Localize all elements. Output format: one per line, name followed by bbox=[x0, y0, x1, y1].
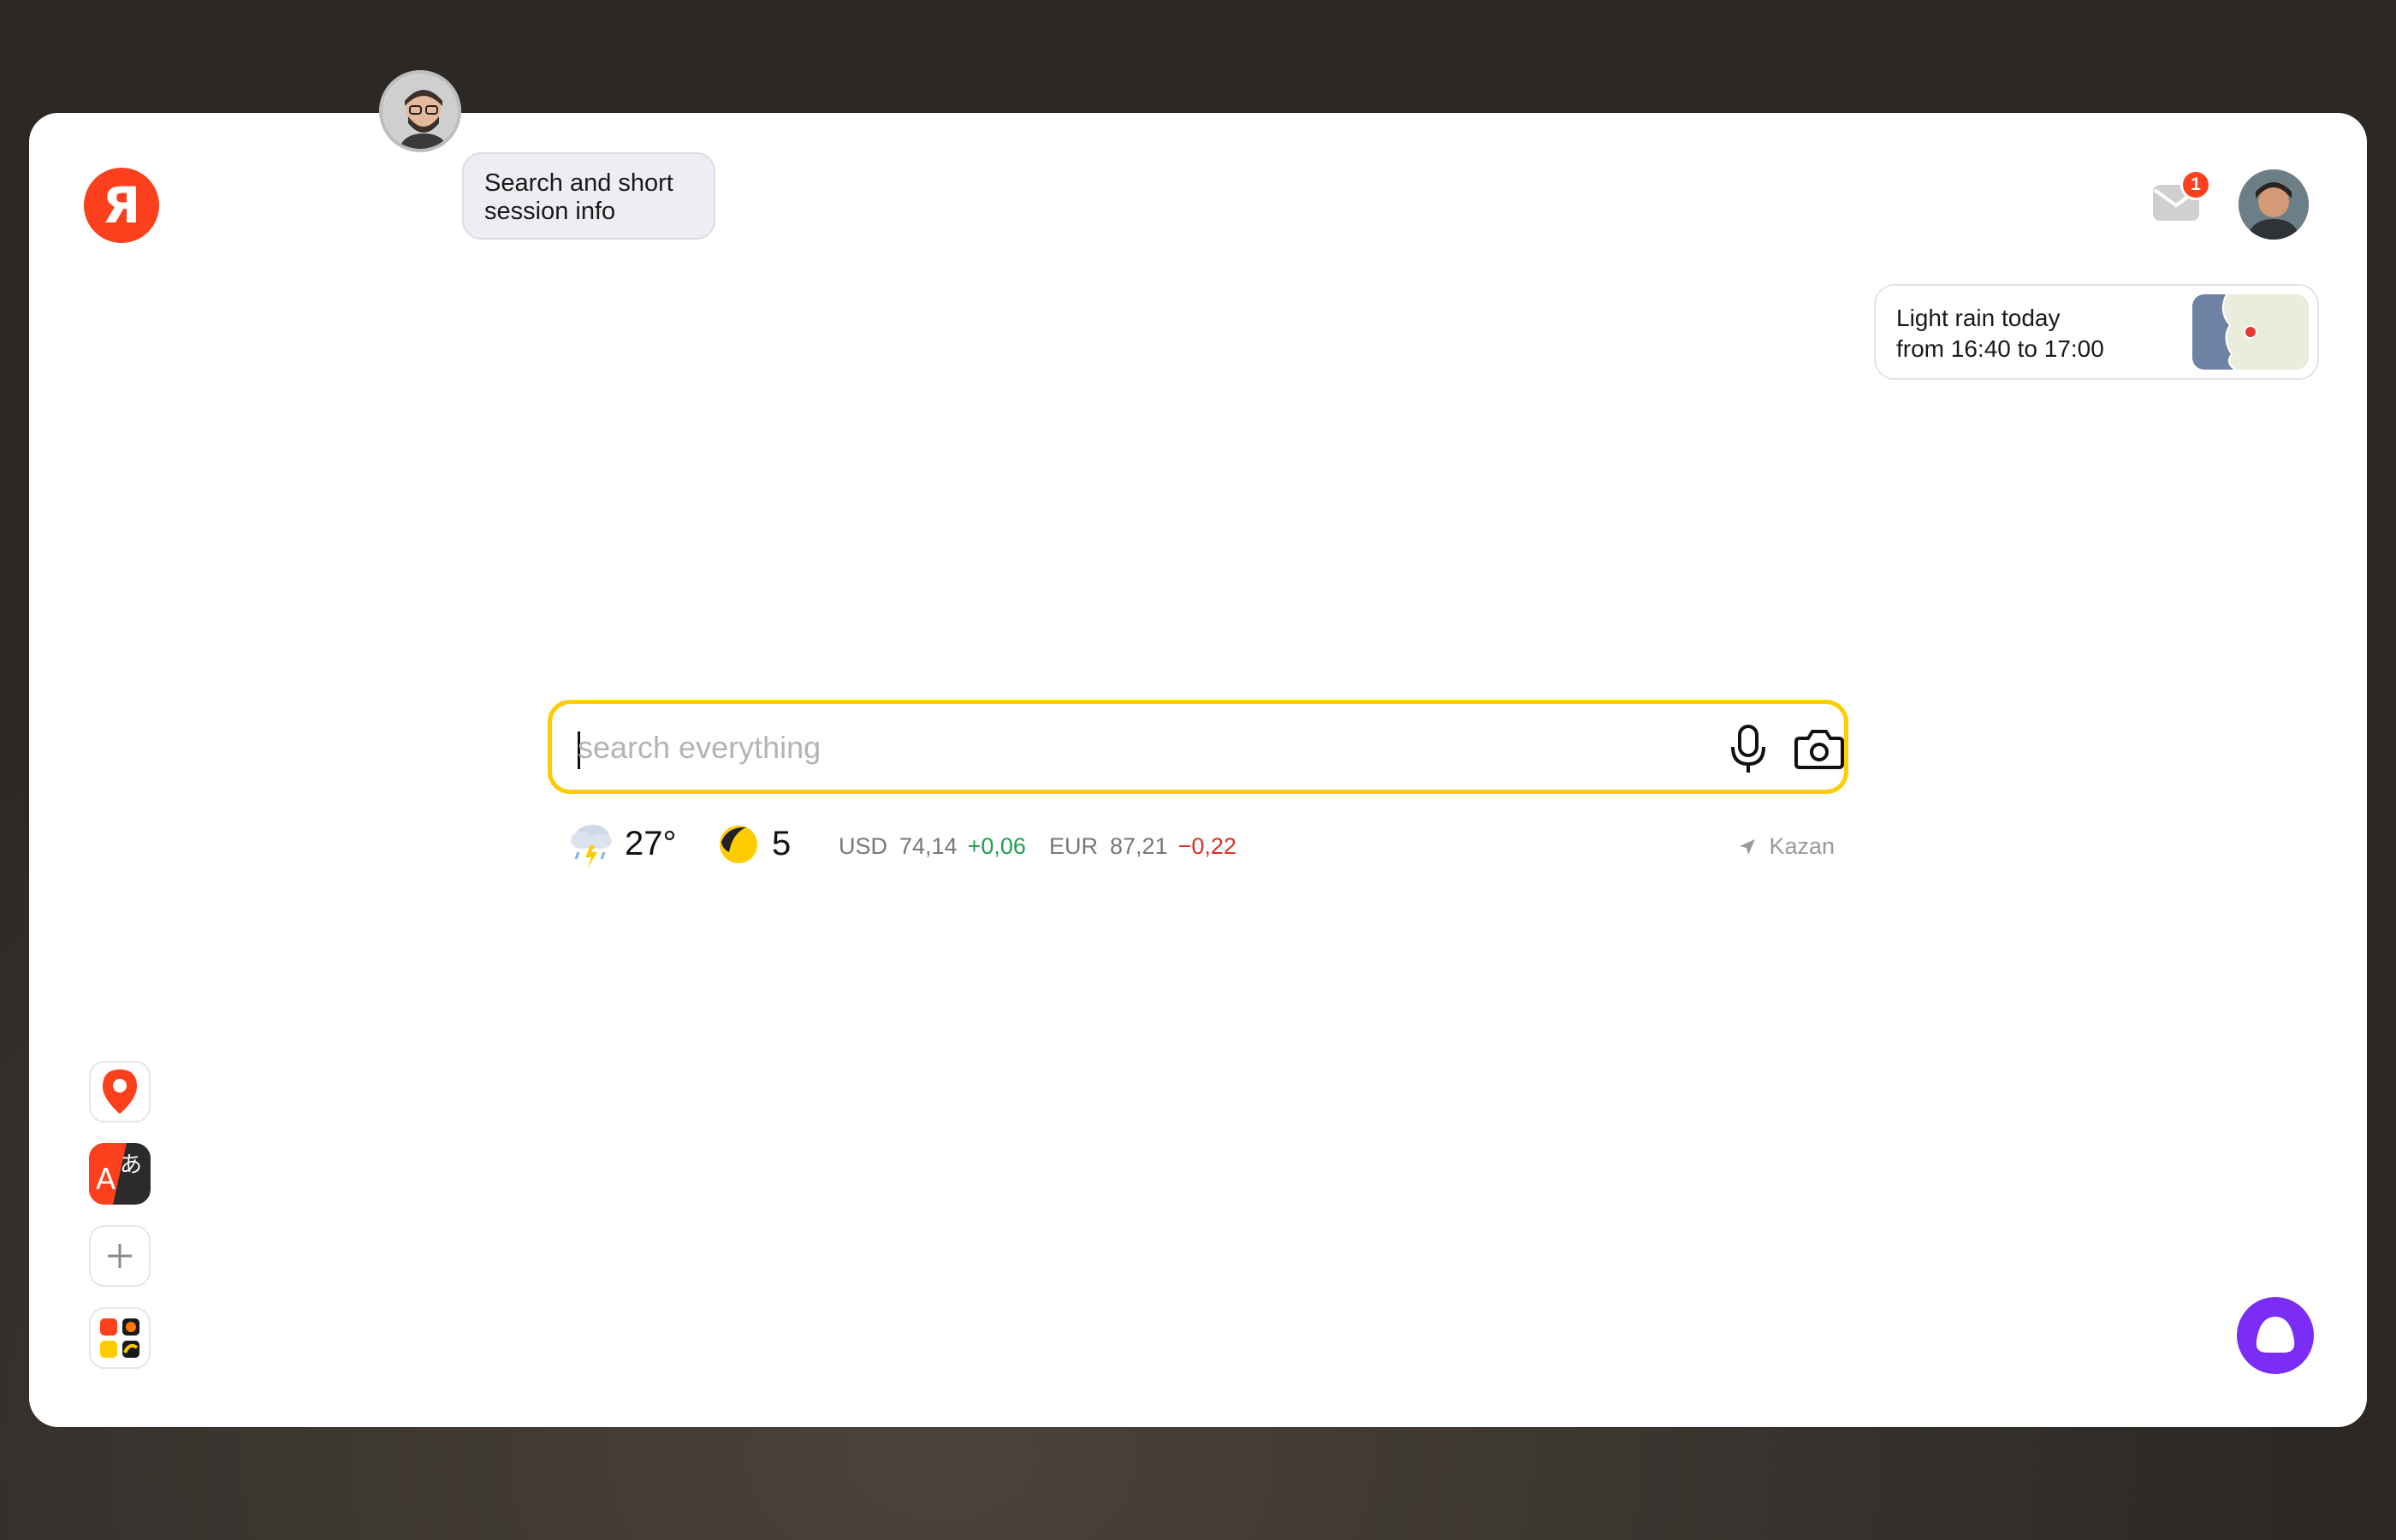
mail-badge: 1 bbox=[2180, 169, 2211, 200]
rain-forecast-card[interactable]: Light rain today from 16:40 to 17:00 bbox=[1874, 284, 2319, 380]
rain-map-thumbnail bbox=[2192, 294, 2309, 370]
search-input[interactable] bbox=[578, 721, 1639, 774]
eur-value: 87,21 bbox=[1110, 833, 1168, 859]
annotator-avatar-front bbox=[379, 70, 461, 152]
usd-change: +0,06 bbox=[967, 833, 1026, 859]
svg-text:あ: あ bbox=[120, 1152, 142, 1178]
location-arrow-icon bbox=[1740, 838, 1756, 855]
svg-text:A: A bbox=[96, 1163, 116, 1197]
rain-line-2: from 16:40 to 17:00 bbox=[1896, 335, 2104, 362]
usd-rate[interactable]: USD 74,14 +0,06 bbox=[839, 833, 1026, 860]
search-box[interactable] bbox=[548, 700, 1848, 794]
translate-app-icon[interactable]: A あ bbox=[89, 1143, 151, 1205]
add-app-icon[interactable] bbox=[89, 1225, 151, 1287]
usd-currency: USD bbox=[839, 833, 888, 859]
annotation-bubble-front: Search and short session info bbox=[462, 152, 715, 240]
maps-app-icon[interactable] bbox=[89, 1061, 151, 1122]
eur-currency: EUR bbox=[1049, 833, 1099, 859]
annotation-line-2: session info bbox=[484, 198, 616, 225]
eur-rate[interactable]: EUR 87,21 −0,22 bbox=[1049, 833, 1237, 860]
location-selector[interactable]: Kazan bbox=[1738, 833, 1835, 860]
user-avatar[interactable] bbox=[2239, 169, 2309, 240]
microphone-icon[interactable] bbox=[1724, 723, 1772, 774]
info-row: 27° 5 USD 74,14 +0,06 EUR 87,21 −0,22 Kazan bbox=[568, 820, 1835, 871]
thunderstorm-icon[interactable] bbox=[568, 820, 614, 869]
traffic-level[interactable]: 5 bbox=[772, 825, 791, 863]
eur-change: −0,22 bbox=[1177, 833, 1237, 859]
rain-line-1: Light rain today bbox=[1896, 305, 2061, 331]
temperature[interactable]: 27° bbox=[625, 825, 677, 863]
location-name: Kazan bbox=[1769, 833, 1835, 859]
yandex-logo[interactable]: Я bbox=[84, 168, 159, 243]
annotation-line-1: Search and short bbox=[484, 169, 673, 197]
traffic-icon[interactable] bbox=[717, 823, 760, 866]
alice-icon[interactable] bbox=[2237, 1297, 2314, 1374]
usd-value: 74,14 bbox=[899, 833, 958, 859]
camera-icon[interactable] bbox=[1793, 723, 1846, 774]
services-grid-icon[interactable] bbox=[89, 1307, 151, 1369]
